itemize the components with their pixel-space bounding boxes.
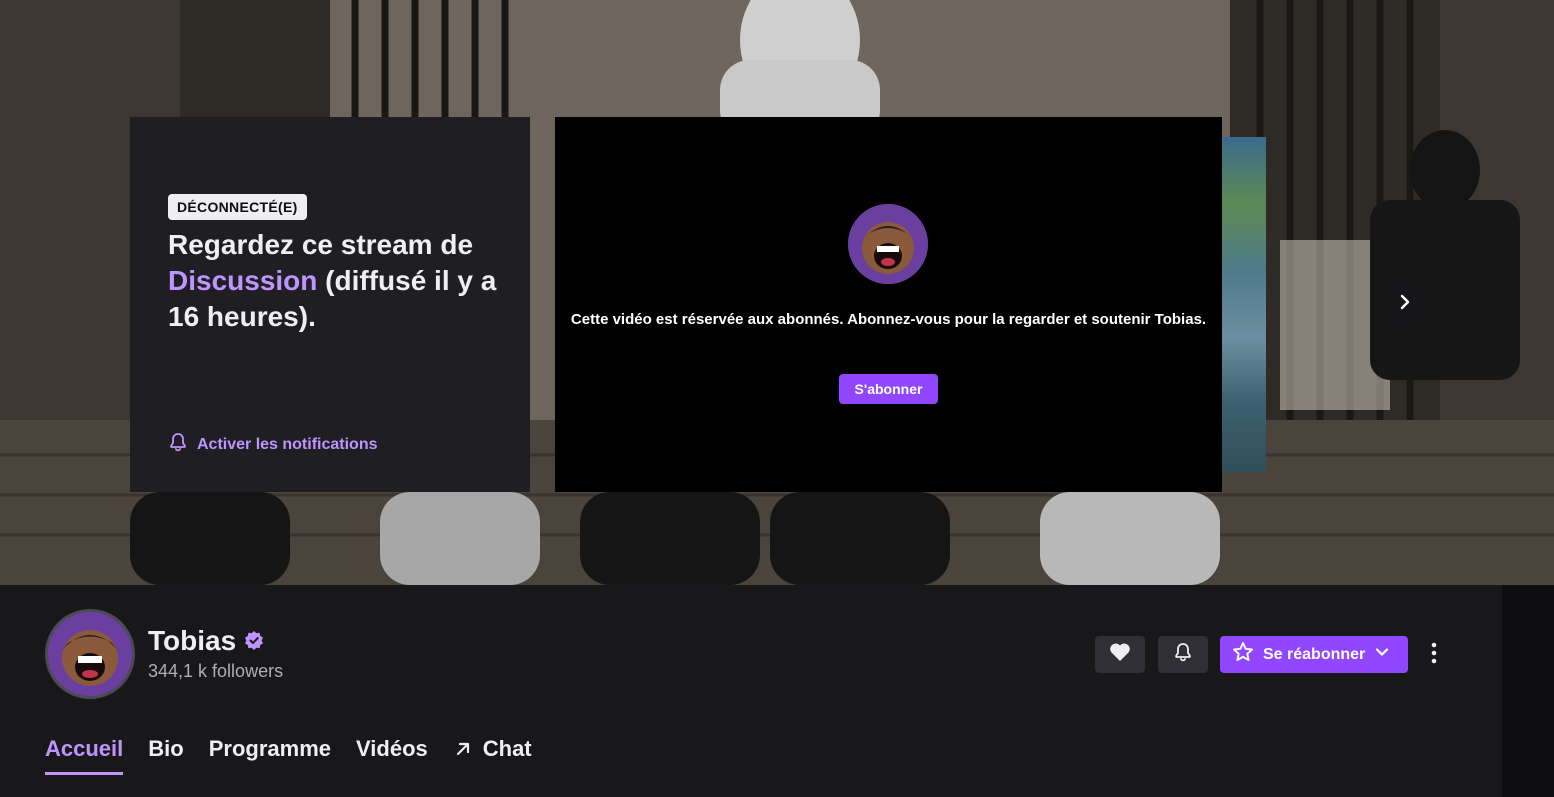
offline-badge: DÉCONNECTÉ(E): [168, 194, 307, 220]
channel-avatar[interactable]: [45, 609, 135, 699]
external-arrow-icon: [453, 739, 473, 765]
subscriber-only-message: Cette vidéo est réservée aux abonnés. Ab…: [570, 311, 1207, 328]
offline-message: Regardez ce stream de Discussion (diffus…: [168, 227, 508, 335]
tab-programme[interactable]: Programme: [209, 736, 331, 776]
tab-bio[interactable]: Bio: [148, 736, 183, 776]
channel-name: Tobias: [148, 625, 264, 657]
offline-text-prefix: Regardez ce stream de: [168, 229, 474, 260]
chevron-right-icon: [1395, 292, 1415, 317]
resubscribe-label: Se réabonner: [1263, 645, 1366, 663]
resubscribe-button[interactable]: Se réabonner: [1220, 636, 1408, 673]
heart-icon: [1109, 642, 1131, 667]
notifications-button[interactable]: [1158, 636, 1208, 673]
star-icon: [1232, 641, 1254, 668]
follow-heart-button[interactable]: [1095, 636, 1145, 673]
tab-chat[interactable]: Chat: [453, 736, 532, 776]
streamer-avatar: [848, 204, 928, 284]
follower-count: 344,1 k followers: [148, 661, 284, 681]
next-video-thumbnail[interactable]: [1222, 137, 1266, 472]
channel-info-bar: Tobias 344,1 k followers Se réabonner Ac…: [0, 585, 1502, 797]
chevron-down-icon: [1374, 644, 1390, 665]
bell-icon: [1173, 642, 1193, 667]
subscribe-button[interactable]: S'abonner: [839, 374, 938, 404]
page-edge: [1502, 585, 1554, 797]
bell-icon: [168, 432, 188, 457]
enable-notifications-label: Activer les notifications: [197, 435, 378, 453]
more-vertical-icon: [1430, 642, 1438, 669]
verified-badge-icon: [244, 625, 264, 657]
tab-videos[interactable]: Vidéos: [356, 736, 428, 776]
tab-chat-label: Chat: [482, 736, 532, 761]
channel-tabs: Accueil Bio Programme Vidéos Chat: [45, 736, 557, 776]
offline-card: DÉCONNECTÉ(E) Regardez ce stream de Disc…: [130, 117, 530, 492]
channel-name-text: Tobias: [148, 625, 237, 656]
next-carousel-button[interactable]: [1380, 279, 1430, 329]
video-player[interactable]: Cette vidéo est réservée aux abonnés. Ab…: [555, 117, 1222, 492]
enable-notifications-link[interactable]: Activer les notifications: [168, 432, 378, 457]
category-link[interactable]: Discussion: [168, 265, 317, 296]
tab-accueil[interactable]: Accueil: [45, 736, 124, 775]
more-options-button[interactable]: [1420, 641, 1448, 669]
